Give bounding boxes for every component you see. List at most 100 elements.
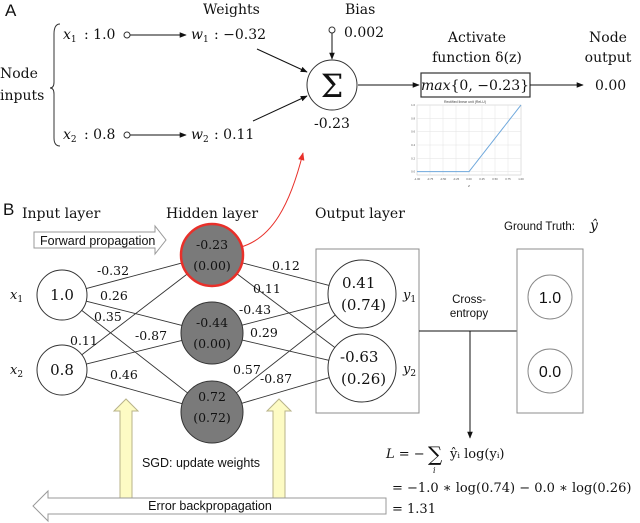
input-x1: x1 : 1.0 <box>63 27 115 45</box>
hidden-layer-title: Hidden layer <box>166 206 258 222</box>
svg-text:w2: w2 <box>191 127 209 145</box>
relu-x-tick: 0.25 <box>479 177 485 181</box>
hidden-node-3: 0.72 (0.72) <box>180 380 244 444</box>
weights-title: Weights <box>203 2 260 18</box>
ground-truth-value-2: 0.0 <box>527 348 573 394</box>
node-inputs-label-line2: inputs <box>0 88 44 104</box>
weight-w2: w2 : 0.11 <box>191 127 254 145</box>
weight-h3-y1: 0.57 <box>233 362 261 377</box>
output-node-y2-label: y2 <box>402 362 416 379</box>
relu-y-tick: 1.0 <box>411 103 415 107</box>
svg-text:-0.23: -0.23 <box>196 237 228 252</box>
svg-text:: 0.8: : 0.8 <box>84 127 115 143</box>
svg-text:x1: x1 <box>63 27 77 45</box>
input-node-x1-label: x1 <box>10 288 23 305</box>
relu-y-tick: 0.4 <box>411 143 415 147</box>
output-node-y1: 0.41 (0.74) y1 <box>327 259 416 329</box>
loss-line3: = 1.31 <box>392 502 436 517</box>
relu-plot-xlabel: z <box>468 184 470 188</box>
weight-h2-y2: 0.29 <box>250 325 278 340</box>
forward-propagation-label: Forward propagation <box>40 234 155 248</box>
weight-w1: w1 : −0.32 <box>191 27 266 45</box>
weight-h2-y1: -0.43 <box>239 302 271 317</box>
svg-text:: −0.32: : −0.32 <box>214 27 266 43</box>
panel-b-label: B <box>3 200 14 219</box>
svg-text:0.0: 0.0 <box>539 364 561 381</box>
svg-text:w1: w1 <box>191 27 209 45</box>
panel-a-label: A <box>5 1 17 20</box>
activation-expression: max{0, −0.23} <box>421 78 529 94</box>
ground-truth-symbol: ŷ <box>589 217 599 234</box>
input-node-x2: 0.8 x2 <box>10 344 88 396</box>
weight-h1-y2: 0.11 <box>253 281 281 296</box>
bias-port <box>328 26 336 34</box>
svg-text:(0.74): (0.74) <box>341 296 386 314</box>
svg-text:: 1.0: : 1.0 <box>84 27 115 43</box>
hidden-node-1: -0.23 (0.00) <box>179 222 245 288</box>
relu-y-tick: 0.8 <box>411 116 415 120</box>
weight-x1-h1: -0.32 <box>97 263 129 278</box>
relu-x-tick: 0.00 <box>466 177 472 181</box>
relu-x-tick: -0.50 <box>440 177 447 181</box>
hidden-node-2: -0.44 (0.00) <box>180 301 244 365</box>
output-layer-title: Output layer <box>315 206 405 222</box>
relu-x-tick: -0.25 <box>453 177 460 181</box>
relu-plot: Rectified linear unit (ReLU) -1.00 -0.75 -… <box>411 100 524 188</box>
w1-to-sum-arrow <box>256 48 308 73</box>
relu-x-tick: -0.75 <box>427 177 434 181</box>
output-node-y2: -0.63 (0.26) y2 <box>327 333 416 403</box>
svg-text:0.72: 0.72 <box>198 389 226 404</box>
relu-y-tick: 0.6 <box>411 130 415 134</box>
bias-value: 0.002 <box>344 25 384 41</box>
input-node-x1: 1.0 x1 <box>10 269 88 321</box>
svg-text:x2: x2 <box>63 127 77 145</box>
relu-x-tick: 1.00 <box>518 177 524 181</box>
svg-text:-0.44: -0.44 <box>196 315 228 330</box>
relu-x-tick: 0.75 <box>505 177 511 181</box>
w2-to-sum-arrow <box>252 95 308 122</box>
weight-h3-y2: -0.87 <box>260 371 292 386</box>
node-output-value: 0.00 <box>595 78 626 94</box>
svg-text:(0.26): (0.26) <box>341 370 386 388</box>
input-x2: x2 : 0.8 <box>63 127 115 145</box>
cross-entropy-label-line2: entropy <box>450 308 489 320</box>
weight-x1-h3: 0.35 <box>94 309 122 324</box>
loss-sum-symbol: ∑ <box>428 442 443 466</box>
weight-x2-h2: -0.87 <box>135 328 167 343</box>
loss-line1-lhs: L = − <box>385 447 425 462</box>
input-x1-port <box>123 31 131 39</box>
svg-text:(0.00): (0.00) <box>193 258 231 273</box>
node-inputs-label-line1: Node <box>0 66 38 82</box>
loss-line1-rhs: ŷᵢ log(yᵢ) <box>449 447 505 462</box>
relu-x-tick: 0.50 <box>492 177 498 181</box>
node-output-title-line2: output <box>585 50 632 66</box>
svg-text:0.41: 0.41 <box>342 274 375 292</box>
loss-formula: L = − ∑ i ŷᵢ log(yᵢ) = −1.0 ∗ log(0.74) … <box>385 442 631 517</box>
zoom-in-red-arrow <box>240 152 305 248</box>
sgd-arrow-left <box>112 398 140 499</box>
panel-b: B Input layer Hidden layer Output layer … <box>3 200 631 523</box>
input-node-x2-label: x2 <box>10 363 23 380</box>
bias-title: Bias <box>345 2 375 18</box>
ground-truth-label: Ground Truth: <box>504 221 575 233</box>
node-output-title-line1: Node <box>589 30 627 46</box>
svg-text:-0.63: -0.63 <box>340 348 378 366</box>
relu-x-tick: -1.00 <box>414 177 421 181</box>
sum-symbol: Σ <box>321 67 344 105</box>
weight-x2-h1: 0.11 <box>70 333 98 348</box>
svg-text:(0.00): (0.00) <box>193 336 231 351</box>
relu-plot-title: Rectified linear unit (ReLU) <box>444 100 486 104</box>
svg-text:: 0.11: : 0.11 <box>214 127 254 143</box>
weight-x2-h3: 0.46 <box>110 367 138 382</box>
loss-sum-index: i <box>433 466 436 475</box>
weight-h1-y1: 0.12 <box>272 258 300 273</box>
sum-value: -0.23 <box>314 116 350 132</box>
loss-line2: = −1.0 ∗ log(0.74) − 0.0 ∗ log(0.26) <box>392 481 631 496</box>
cross-entropy-label-line1: Cross- <box>452 294 486 306</box>
svg-text:(0.72): (0.72) <box>193 410 231 425</box>
neural-network-diagram: A Node inputs Weights x1 : 1.0 x2 : 0.8 … <box>0 1 632 523</box>
weight-x1-h2: 0.26 <box>100 288 128 303</box>
sgd-arrow-right <box>265 398 293 499</box>
svg-text:1.0: 1.0 <box>539 290 561 307</box>
relu-y-tick: 0.2 <box>411 156 415 160</box>
